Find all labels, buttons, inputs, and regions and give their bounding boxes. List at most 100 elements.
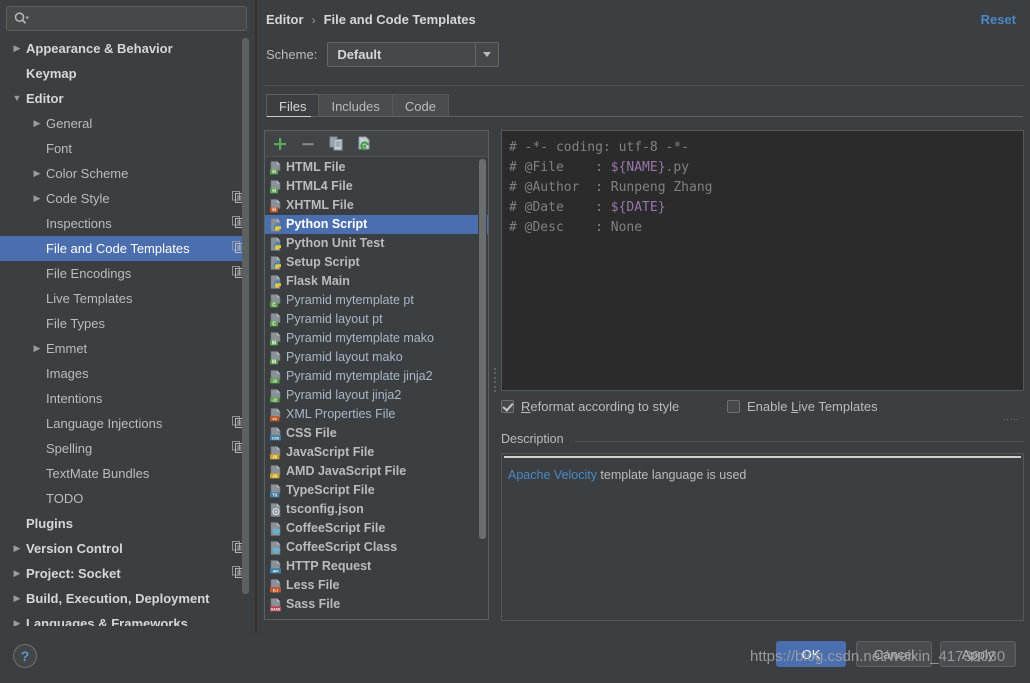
resize-grip-icon[interactable] [1004,419,1018,423]
apply-button[interactable]: Apply [940,641,1016,667]
sidebar-item-code-style[interactable]: ▶ Code Style [0,186,249,211]
remove-template-icon[interactable] [299,135,317,153]
template-list-item[interactable]: H XHTML File [265,196,488,215]
template-list-item[interactable]: M Pyramid mytemplate mako [265,329,488,348]
reset-template-icon[interactable] [355,135,373,153]
template-list-item[interactable]: Setup Script [265,253,488,272]
sidebar-item-build-execution-deployment[interactable]: ▶ Build, Execution, Deployment [0,586,249,611]
template-list-item[interactable]: <> XML Properties File [265,405,488,424]
sidebar-item-file-and-code-templates[interactable]: File and Code Templates [0,236,249,261]
sidebar-item-keymap[interactable]: Keymap [0,61,249,86]
sidebar-scrollbar-thumb[interactable] [242,38,249,594]
sidebar-item-plugins[interactable]: Plugins [0,511,249,536]
template-list-scrollbar[interactable] [478,159,487,617]
chevron-right-icon[interactable]: ▶ [28,111,46,136]
search-input[interactable] [29,7,246,30]
tab-files[interactable]: Files [266,94,320,117]
chevron-right-icon[interactable]: ▶ [8,36,26,61]
chevron-right-icon[interactable]: ▶ [8,561,26,586]
chevron-right-icon[interactable]: ▶ [8,586,26,611]
tab-includes[interactable]: Includes [318,94,393,117]
help-button[interactable]: ? [13,644,37,668]
sidebar-item-live-templates[interactable]: Live Templates [0,286,249,311]
code-text: # @Desc : None [509,220,643,235]
sidebar-item-intentions[interactable]: Intentions [0,386,249,411]
scheme-dropdown[interactable]: Default [327,42,500,67]
sidebar-item-inspections[interactable]: Inspections [0,211,249,236]
panel-splitter-handle[interactable] [492,368,498,392]
template-list-item[interactable]: CoffeeScript Class [265,538,488,557]
sidebar-item-label: Editor [26,91,64,106]
chevron-right-icon[interactable]: ▶ [28,186,46,211]
chevron-down-icon[interactable] [475,43,498,66]
template-list-item[interactable]: tsconfig.json [265,500,488,519]
sidebar-item-spelling[interactable]: Spelling [0,436,249,461]
reformat-checkbox-box[interactable] [501,400,514,413]
python-file-icon [269,255,286,270]
typescript-file-icon: TS [269,483,286,498]
template-list-item[interactable]: Python Unit Test [265,234,488,253]
template-tabs[interactable]: Files Includes Code [266,94,449,117]
cancel-button[interactable]: Cancel [856,641,932,667]
template-list-item[interactable]: JS AMD JavaScript File [265,462,488,481]
settings-content: Editor › File and Code Templates Reset S… [258,0,1030,634]
add-template-icon[interactable] [271,135,289,153]
sidebar-scrollbar[interactable] [242,38,249,613]
template-list-item[interactable]: H HTML File [265,158,488,177]
template-list-item[interactable]: C Pyramid mytemplate pt [265,291,488,310]
sidebar-item-images[interactable]: Images [0,361,249,386]
template-list-item[interactable]: TS TypeScript File [265,481,488,500]
sidebar-item-label: Language Injections [46,416,163,431]
chevron-right-icon[interactable]: ▶ [28,336,46,361]
template-list-item[interactable]: API HTTP Request [265,557,488,576]
sidebar-item-file-types[interactable]: File Types [0,311,249,336]
sidebar-item-general[interactable]: ▶ General [0,111,249,136]
code-line: # -*- coding: utf-8 -*- [509,138,1023,158]
sidebar-item-project-socket[interactable]: ▶ Project: Socket [0,561,249,586]
sidebar-item-file-encodings[interactable]: File Encodings [0,261,249,286]
template-list-scrollbar-thumb[interactable] [479,159,486,539]
template-list-item[interactable]: CSS CSS File [265,424,488,443]
apache-velocity-link[interactable]: Apache Velocity [508,468,597,482]
chevron-right-icon[interactable]: ▶ [8,536,26,561]
sidebar-item-language-injections[interactable]: Language Injections [0,411,249,436]
template-list-item[interactable]: C Pyramid layout pt [265,310,488,329]
reset-link[interactable]: Reset [981,12,1016,27]
chevron-right-icon[interactable]: ▶ [8,611,26,626]
html-file-icon: H [269,179,286,194]
breadcrumb-item-editor[interactable]: Editor [266,12,304,27]
live-templates-checkbox-box[interactable] [727,400,740,413]
template-list-item[interactable]: JS JavaScript File [265,443,488,462]
sidebar-item-emmet[interactable]: ▶ Emmet [0,336,249,361]
sidebar-item-textmate-bundles[interactable]: TextMate Bundles [0,461,249,486]
chevron-right-icon[interactable]: ▶ [28,161,46,186]
template-list-item[interactable]: Python Script [265,215,488,234]
template-list-item[interactable]: M Pyramid layout mako [265,348,488,367]
code-line: # @Author : Runpeng Zhang [509,178,1023,198]
template-list-item[interactable]: J2 Pyramid mytemplate jinja2 [265,367,488,386]
template-list[interactable]: H HTML File H HTML4 File H XHTML File Python S… [265,158,488,619]
template-code-editor[interactable]: # -*- coding: utf-8 -*- # @File : ${NAME}… [501,130,1024,391]
sidebar-item-color-scheme[interactable]: ▶ Color Scheme [0,161,249,186]
settings-tree[interactable]: ▶ Appearance & Behavior Keymap ▼ Editor ▶ Gene… [0,36,249,626]
tab-code[interactable]: Code [391,94,449,117]
ok-button[interactable]: OK [776,641,846,667]
template-list-item[interactable]: {L} Less File [265,576,488,595]
chevron-down-icon[interactable]: ▼ [8,86,26,111]
search-box[interactable] [6,6,247,31]
live-templates-checkbox[interactable]: Enable Live Templates [727,399,878,414]
template-list-item[interactable]: J2 Pyramid layout jinja2 [265,386,488,405]
sidebar-item-editor[interactable]: ▼ Editor [0,86,249,111]
template-variable: ${NAME} [610,160,666,175]
reformat-checkbox[interactable]: Reformat according to style [501,399,679,414]
sidebar-item-appearance-behavior[interactable]: ▶ Appearance & Behavior [0,36,249,61]
template-list-item[interactable]: SASS Sass File [265,595,488,614]
sidebar-item-languages-frameworks[interactable]: ▶ Languages & Frameworks [0,611,249,626]
sidebar-item-font[interactable]: Font [0,136,249,161]
template-list-item[interactable]: CoffeeScript File [265,519,488,538]
template-list-item[interactable]: Flask Main [265,272,488,291]
template-list-item[interactable]: H HTML4 File [265,177,488,196]
copy-template-icon[interactable] [327,135,345,153]
sidebar-item-todo[interactable]: TODO [0,486,249,511]
sidebar-item-version-control[interactable]: ▶ Version Control [0,536,249,561]
